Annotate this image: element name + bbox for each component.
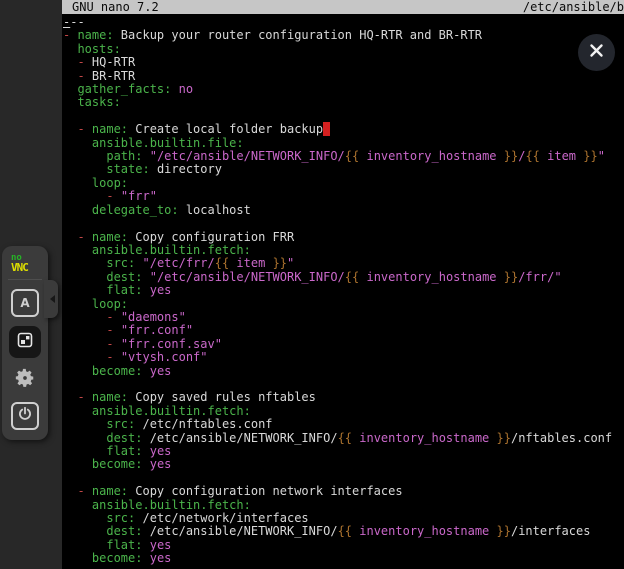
code-line: flat: yes (63, 539, 624, 552)
extra-keys-button[interactable]: A (11, 289, 39, 317)
power-icon (17, 406, 33, 426)
code-line: flat: yes (63, 284, 624, 297)
code-line: state: directory (63, 163, 624, 176)
code-line: delegate_to: localhost (63, 204, 624, 217)
fullscreen-button[interactable] (9, 326, 41, 358)
nano-version-label: GNU nano 7.2 (72, 0, 159, 14)
gear-icon (14, 367, 36, 393)
settings-button[interactable] (12, 367, 38, 393)
panel-collapse-handle[interactable] (44, 280, 58, 318)
code-line: src: /etc/nftables.conf (63, 418, 624, 431)
code-line: path: "/etc/ansible/NETWORK_INFO/{{ inve… (63, 150, 624, 163)
terminal-screen[interactable]: GNU nano 7.2 /etc/ansible/b ---- name: B… (62, 0, 624, 569)
vnc-control-panel: no VNC A (2, 246, 48, 440)
disconnect-button[interactable] (11, 402, 39, 430)
code-line: ansible.builtin.file: (63, 137, 624, 150)
close-button[interactable] (578, 34, 615, 71)
code-line: tasks: (63, 96, 624, 109)
code-line: loop: (63, 298, 624, 311)
code-line: dest: /etc/ansible/NETWORK_INFO/{{ inven… (63, 525, 624, 538)
code-line: - "frr.conf" (63, 324, 624, 337)
close-icon (589, 43, 604, 62)
novnc-logo-bottom: VNC (11, 263, 28, 272)
code-line (63, 378, 624, 391)
code-line (63, 110, 624, 123)
code-line: ansible.builtin.fetch: (63, 244, 624, 257)
code-line: - HQ-RTR (63, 56, 624, 69)
nano-filename-label: /etc/ansible/b (523, 0, 624, 14)
code-line: - "vtysh.conf" (63, 351, 624, 364)
code-line: - name: Copy saved rules nftables (63, 391, 624, 404)
terminal-text: ---- name: Backup your router configurat… (62, 14, 624, 566)
code-line: - name: Create local folder backup (63, 123, 624, 136)
code-line: ansible.builtin.fetch: (63, 405, 624, 418)
code-line: ansible.builtin.fetch: (63, 499, 624, 512)
code-line (63, 217, 624, 230)
code-line: loop: (63, 177, 624, 190)
code-line: - "frr" (63, 190, 624, 203)
panel-divider (8, 279, 42, 280)
code-line: - BR-RTR (63, 70, 624, 83)
code-line: - name: Copy configuration network inter… (63, 485, 624, 498)
code-line: --- (63, 16, 624, 29)
code-line: become: yes (63, 458, 624, 471)
code-line: src: /etc/network/interfaces (63, 512, 624, 525)
code-line: - "daemons" (63, 311, 624, 324)
code-line: gather_facts: no (63, 83, 624, 96)
code-line: dest: /etc/ansible/NETWORK_INFO/{{ inven… (63, 432, 624, 445)
fullscreen-icon (16, 331, 34, 353)
code-line: src: "/etc/frr/{{ item }}" (63, 257, 624, 270)
code-line: hosts: (63, 43, 624, 56)
nano-titlebar: GNU nano 7.2 /etc/ansible/b (62, 0, 624, 14)
chevron-left-icon (50, 295, 55, 303)
code-line: become: yes (63, 552, 624, 565)
code-line: - "frr.conf.sav" (63, 338, 624, 351)
code-line: dest: "/etc/ansible/NETWORK_INFO/{{ inve… (63, 271, 624, 284)
code-line: flat: yes (63, 445, 624, 458)
code-line: - name: Backup your router configuration… (63, 29, 624, 42)
code-line (63, 472, 624, 485)
keyboard-a-icon: A (20, 296, 29, 310)
vnc-control-strip: no VNC A (0, 0, 62, 569)
code-line: become: yes (63, 365, 624, 378)
code-line: - name: Copy configuration FRR (63, 231, 624, 244)
novnc-logo: no VNC (2, 254, 28, 272)
